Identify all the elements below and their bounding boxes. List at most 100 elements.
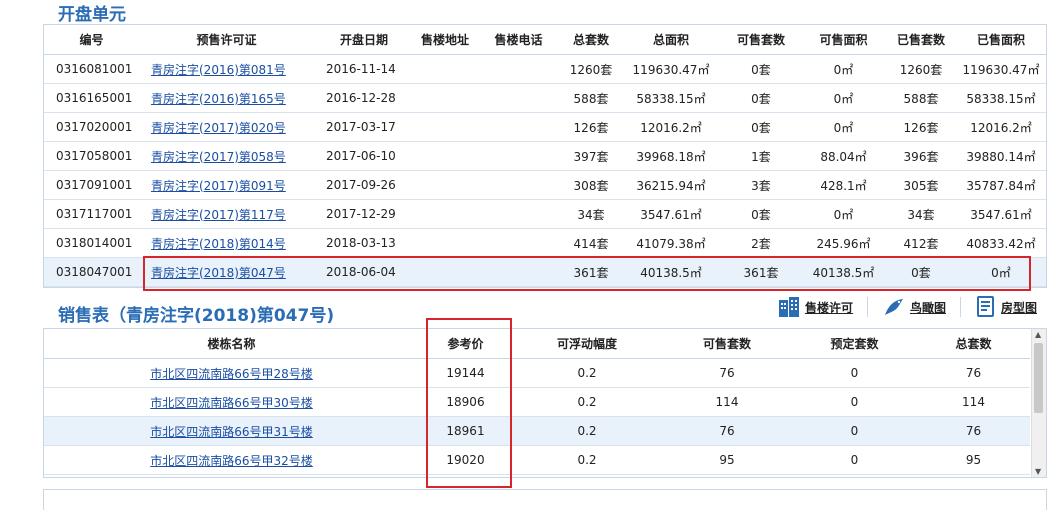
sales-table-frame: 楼栋名称 参考价 可浮动幅度 可售套数 预定套数 总套数 市北区四流南路66号甲… (43, 328, 1047, 478)
available-area-cell: 0㎡ (801, 54, 886, 84)
sold-units-cell: 588套 (886, 83, 956, 113)
sales-phone-cell (476, 199, 561, 229)
available-units-cell: 0套 (721, 199, 801, 229)
unit-id-cell: 0317020001 (44, 112, 139, 142)
float-range-cell: 0.2 (512, 358, 662, 388)
building-name-cell: 市北区四流南路66号甲30号楼 (44, 387, 419, 417)
sales-address-cell (414, 83, 476, 113)
permit-link[interactable]: 青房注字(2017)第058号 (151, 150, 286, 164)
units-table-row: 0316165001 青房注字(2016)第165号 2016-12-28 588套 5… (44, 83, 1046, 113)
permit-link[interactable]: 青房注字(2017)第117号 (151, 208, 286, 222)
permit-link[interactable]: 青房注字(2018)第047号 (151, 266, 286, 280)
open-date-cell: 2016-12-28 (314, 83, 414, 113)
permit-link-cell: 青房注字(2017)第117号 (139, 199, 314, 229)
floorplan-link-label: 房型图 (1000, 300, 1037, 315)
total-area-cell: 41079.38㎡ (621, 228, 721, 258)
toolbar-divider (866, 297, 868, 317)
col-header-total-units: 总套数 (561, 25, 621, 55)
reference-price-cell: 18906 (419, 387, 512, 417)
sold-area-cell: 40833.42㎡ (956, 228, 1046, 258)
aerial-view-link[interactable]: 鸟瞰图 (882, 296, 946, 318)
sold-units-cell: 126套 (886, 112, 956, 142)
total-units-cell: 95 (917, 445, 1030, 475)
building-link[interactable]: 市北区四流南路66号甲32号楼 (150, 454, 313, 468)
float-range-cell: 0.2 (512, 416, 662, 446)
sold-area-cell: 58338.15㎡ (956, 83, 1046, 113)
sold-units-cell: 0套 (886, 257, 956, 287)
reference-price-cell: 18961 (419, 416, 512, 446)
available-units-cell: 2套 (721, 228, 801, 258)
unit-id-cell: 0316081001 (44, 54, 139, 84)
building-link[interactable]: 市北区四流南路66号甲30号楼 (150, 396, 313, 410)
permit-link[interactable]: 青房注字(2016)第165号 (151, 92, 286, 106)
sales-address-cell (414, 141, 476, 171)
reserved-units-cell: 0 (792, 416, 917, 446)
total-area-cell: 12016.2㎡ (621, 112, 721, 142)
unit-id-cell: 0317091001 (44, 170, 139, 200)
sales-table-row: 市北区四流南路66号甲28号楼 19144 0.2 76 0 76 (44, 358, 1030, 388)
total-area-cell: 119630.47㎡ (621, 54, 721, 84)
total-units-cell: 361套 (561, 257, 621, 287)
reference-price-cell: 19144 (419, 358, 512, 388)
open-date-cell: 2016-11-14 (314, 54, 414, 84)
aerial-view-link-label: 鸟瞰图 (909, 300, 946, 315)
sales-address-cell (414, 54, 476, 84)
sold-area-cell: 39880.14㎡ (956, 141, 1046, 171)
open-date-cell: 2017-06-10 (314, 141, 414, 171)
total-units-cell: 588套 (561, 83, 621, 113)
units-table-row: 0317058001 青房注字(2017)第058号 2017-06-10 397套 3… (44, 141, 1046, 171)
building-name-cell: 市北区四流南路66号甲32号楼 (44, 445, 419, 475)
units-table-frame: 编号 预售许可证 开盘日期 售楼地址 售楼电话 总套数 总面积 可售套数 可售面… (43, 24, 1047, 288)
open-date-cell: 2018-06-04 (314, 257, 414, 287)
total-units-cell: 114 (917, 387, 1030, 417)
float-range-cell: 0.2 (512, 387, 662, 417)
unit-id-cell: 0318014001 (44, 228, 139, 258)
floorplan-link[interactable]: 房型图 (975, 296, 1037, 318)
permit-link[interactable]: 售楼许可 (777, 296, 853, 318)
col-header-open-date: 开盘日期 (314, 25, 414, 55)
open-date-cell: 2018-03-13 (314, 228, 414, 258)
col-header-sold-units: 已售套数 (886, 25, 956, 55)
scroll-thumb[interactable] (1034, 343, 1043, 413)
sales-scrollbar[interactable]: ▲ ▼ (1031, 329, 1046, 477)
sales-address-cell (414, 112, 476, 142)
col-header-address: 售楼地址 (414, 25, 476, 55)
total-area-cell: 3547.61㎡ (621, 199, 721, 229)
sales-phone-cell (476, 112, 561, 142)
available-units-cell: 0套 (721, 54, 801, 84)
sold-area-cell: 119630.47㎡ (956, 54, 1046, 84)
sold-units-cell: 396套 (886, 141, 956, 171)
permit-link[interactable]: 青房注字(2016)第081号 (151, 63, 286, 77)
permit-link[interactable]: 青房注字(2017)第020号 (151, 121, 286, 135)
permit-link[interactable]: 青房注字(2017)第091号 (151, 179, 286, 193)
available-area-cell: 245.96㎡ (801, 228, 886, 258)
building-link[interactable]: 市北区四流南路66号甲31号楼 (150, 425, 313, 439)
scroll-down-icon[interactable]: ▼ (1035, 467, 1041, 476)
available-units-cell: 95 (662, 445, 792, 475)
available-units-cell: 361套 (721, 257, 801, 287)
units-table-row: 0318014001 青房注字(2018)第014号 2018-03-13 414套 4… (44, 228, 1046, 258)
float-range-cell: 0.2 (512, 445, 662, 475)
toolbar-divider (959, 297, 961, 317)
sold-area-cell: 12016.2㎡ (956, 112, 1046, 142)
permit-link-cell: 青房注字(2016)第081号 (139, 54, 314, 84)
total-area-cell: 39968.18㎡ (621, 141, 721, 171)
building-link[interactable]: 市北区四流南路66号甲28号楼 (150, 367, 313, 381)
building-icon (777, 296, 801, 318)
permit-link[interactable]: 青房注字(2018)第014号 (151, 237, 286, 251)
available-area-cell: 0㎡ (801, 199, 886, 229)
total-units-cell: 1260套 (561, 54, 621, 84)
sales-toolbar: 售楼许可 鸟瞰图 房型图 (777, 296, 1037, 318)
col-header-reserved-units: 预定套数 (792, 329, 917, 359)
available-units-cell: 0套 (721, 112, 801, 142)
sales-phone-cell (476, 83, 561, 113)
sales-phone-cell (476, 54, 561, 84)
open-date-cell: 2017-03-17 (314, 112, 414, 142)
permit-link-cell: 青房注字(2017)第058号 (139, 141, 314, 171)
permit-link-cell: 青房注字(2017)第091号 (139, 170, 314, 200)
available-area-cell: 88.04㎡ (801, 141, 886, 171)
scroll-up-icon[interactable]: ▲ (1035, 330, 1041, 339)
units-table-row: 0317020001 青房注字(2017)第020号 2017-03-17 126套 1… (44, 112, 1046, 142)
total-area-cell: 58338.15㎡ (621, 83, 721, 113)
total-units-cell: 414套 (561, 228, 621, 258)
